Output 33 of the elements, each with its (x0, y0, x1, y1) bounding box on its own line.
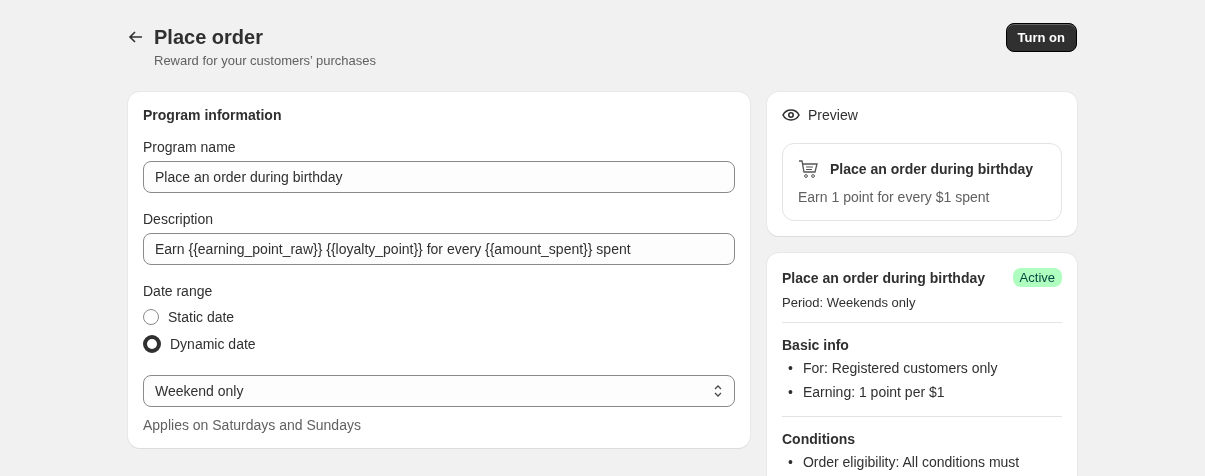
back-arrow-icon[interactable] (128, 29, 144, 45)
period-text: Period: Weekends only (782, 295, 917, 310)
radio-button[interactable] (143, 335, 161, 353)
select-field[interactable]: Weekend only (143, 375, 735, 407)
text-input[interactable]: Place an order during birthday (143, 161, 735, 193)
section-title: Basic info (782, 337, 850, 353)
card-title: Program information (143, 107, 283, 123)
summary-title: Place an order during birthday (782, 269, 986, 286)
radio-button[interactable] (143, 309, 159, 325)
preview-title: Preview (808, 107, 858, 123)
bullet-marker: • (788, 453, 793, 472)
field-label: Date range (143, 283, 214, 299)
summary-item: For: Registered customers only (802, 359, 998, 378)
eye-icon (782, 109, 800, 121)
bullet-marker: • (788, 383, 793, 402)
text-input[interactable]: Earn {{earning_point_raw}} {{loyalty_point}} for every {{amount_spent}} spent (143, 233, 735, 265)
reward-title: Place an order during birthday (830, 161, 1034, 177)
field-label: Description (143, 211, 215, 227)
field-label: Program name (143, 139, 237, 155)
help-text: Applies on Saturdays and Sundays (143, 417, 362, 433)
cart-icon (798, 159, 818, 179)
page-subtitle: Reward for your customers’ purchases (154, 53, 377, 68)
reward-description: Earn 1 point for every $1 spent (798, 189, 991, 205)
turn-on-button[interactable]: Turn on (1005, 23, 1077, 52)
summary-item: Order eligibility: All conditions must (802, 453, 1020, 472)
status-badge: Active (1012, 268, 1062, 287)
radio-label: Static date (168, 309, 235, 325)
bullet-marker: • (788, 359, 793, 378)
page-title: Place order (154, 25, 264, 50)
summary-item: Earning: 1 point per $1 (802, 383, 945, 402)
section-title: Conditions (782, 431, 857, 447)
chevron-up-down-icon (713, 384, 723, 398)
radio-label: Dynamic date (170, 336, 256, 352)
